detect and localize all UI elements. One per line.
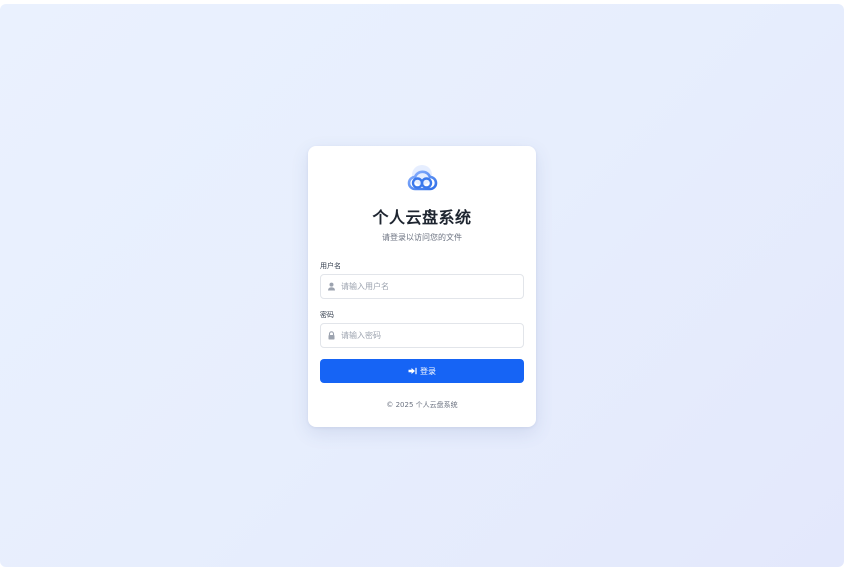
lock-icon [327,331,336,340]
cloud-icon [405,162,439,194]
login-card: 个人云盘系统 请登录以访问您的文件 用户名 密码 登录 © [308,146,536,427]
page-title: 个人云盘系统 [372,208,472,227]
username-field[interactable] [341,275,519,298]
password-field-wrapper [320,323,524,348]
page-subtitle: 请登录以访问您的文件 [382,233,462,242]
username-field-wrapper [320,274,524,299]
password-label: 密码 [320,311,334,319]
password-field[interactable] [341,324,519,347]
login-button-label: 登录 [420,366,436,376]
username-label: 用户名 [320,262,341,270]
copyright-text: © 2025 个人云盘系统 [386,401,458,409]
sign-in-icon [408,367,417,375]
login-button[interactable]: 登录 [320,359,524,383]
user-icon [327,282,336,291]
